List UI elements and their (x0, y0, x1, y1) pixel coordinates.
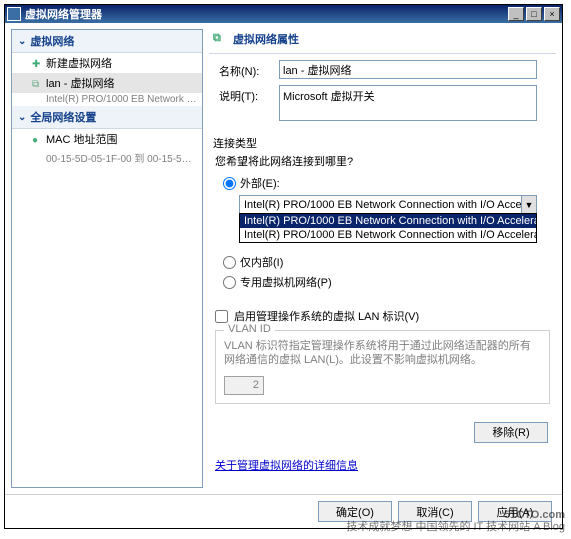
vlan-description: VLAN 标识符指定管理操作系统将用于通过此网络适配器的所有网络通信的虚拟 LA… (224, 339, 541, 368)
dropdown-option[interactable]: Intel(R) PRO/1000 EB Network Connection … (240, 228, 536, 242)
properties-title: 虚拟网络属性 (233, 31, 299, 47)
vlan-checkbox[interactable] (215, 310, 228, 323)
cancel-button[interactable]: 取消(C) (398, 501, 472, 522)
vlan-group: VLAN ID VLAN 标识符指定管理操作系统将用于通过此网络适配器的所有网络… (215, 330, 550, 404)
section-title: 虚拟网络 (30, 33, 74, 49)
properties-header: 虚拟网络属性 (209, 29, 556, 54)
sidebar-item-label: MAC 地址范围 (46, 131, 118, 147)
description-label: 说明(T): (219, 85, 279, 104)
sidebar-section-global[interactable]: ⌄ 全局网络设置 (12, 106, 202, 129)
caret-icon: ⌄ (18, 36, 26, 47)
connection-type-legend: 连接类型 (213, 135, 552, 151)
chevron-down-icon: ▼ (521, 196, 536, 213)
plus-icon (32, 58, 42, 68)
apply-button[interactable]: 应用(A) (478, 501, 552, 522)
more-info-link[interactable]: 关于管理虚拟网络的详细信息 (215, 457, 358, 473)
sidebar-item-sub: 00-15-5D-05-1F-00 到 00-15-5D-0... (12, 149, 202, 166)
sidebar-item-sub: Intel(R) PRO/1000 EB Network Co... (12, 93, 202, 106)
network-icon (213, 32, 227, 46)
vlan-group-title: VLAN ID (224, 323, 275, 335)
window-title: 虚拟网络管理器 (25, 6, 508, 22)
sidebar-section-networks[interactable]: ⌄ 虚拟网络 (12, 30, 202, 53)
remove-button[interactable]: 移除(R) (474, 422, 548, 443)
sidebar-item-mac-range[interactable]: MAC 地址范围 (12, 129, 202, 149)
vlan-checkbox-label: 启用管理操作系统的虚拟 LAN 标识(V) (234, 308, 419, 324)
radio-external[interactable] (223, 177, 236, 190)
dialog-footer: 确定(O) 取消(C) 应用(A) (5, 494, 562, 528)
radio-internal-label: 仅内部(I) (240, 254, 283, 270)
content-pane: 虚拟网络属性 名称(N): 说明(T): Microsoft 虚拟开关 连接类型… (209, 29, 556, 488)
sidebar-item-label: lan - 虚拟网络 (46, 75, 114, 91)
dropdown-option[interactable]: Intel(R) PRO/1000 EB Network Connection … (240, 214, 536, 228)
description-input[interactable]: Microsoft 虚拟开关 (279, 85, 537, 121)
sidebar-item-label: 新建虚拟网络 (46, 55, 112, 71)
maximize-button[interactable]: □ (526, 7, 542, 21)
network-icon (32, 78, 42, 88)
app-icon (7, 7, 21, 21)
sidebar-item-new-network[interactable]: 新建虚拟网络 (12, 53, 202, 73)
vlan-id-input (224, 376, 264, 395)
name-label: 名称(N): (219, 60, 279, 79)
close-button[interactable]: × (544, 7, 560, 21)
connection-question: 您希望将此网络连接到哪里? (215, 153, 552, 169)
adapter-dropdown[interactable]: Intel(R) PRO/1000 EB Network Connection … (239, 195, 537, 214)
titlebar: 虚拟网络管理器 _ □ × (5, 5, 562, 23)
minimize-button[interactable]: _ (508, 7, 524, 21)
radio-private[interactable] (223, 276, 236, 289)
section-title: 全局网络设置 (30, 109, 96, 125)
caret-icon: ⌄ (18, 112, 26, 123)
dropdown-selected: Intel(R) PRO/1000 EB Network Connection … (244, 199, 537, 211)
globe-icon (32, 134, 42, 144)
radio-private-label: 专用虚拟机网络(P) (240, 274, 332, 290)
ok-button[interactable]: 确定(O) (318, 501, 392, 522)
radio-external-label: 外部(E): (240, 175, 280, 191)
sidebar-item-lan-network[interactable]: lan - 虚拟网络 (12, 73, 202, 93)
name-input[interactable] (279, 60, 537, 79)
sidebar: ⌄ 虚拟网络 新建虚拟网络 lan - 虚拟网络 Intel(R) PRO/10… (11, 29, 203, 488)
radio-internal[interactable] (223, 256, 236, 269)
adapter-dropdown-list: Intel(R) PRO/1000 EB Network Connection … (239, 213, 537, 243)
